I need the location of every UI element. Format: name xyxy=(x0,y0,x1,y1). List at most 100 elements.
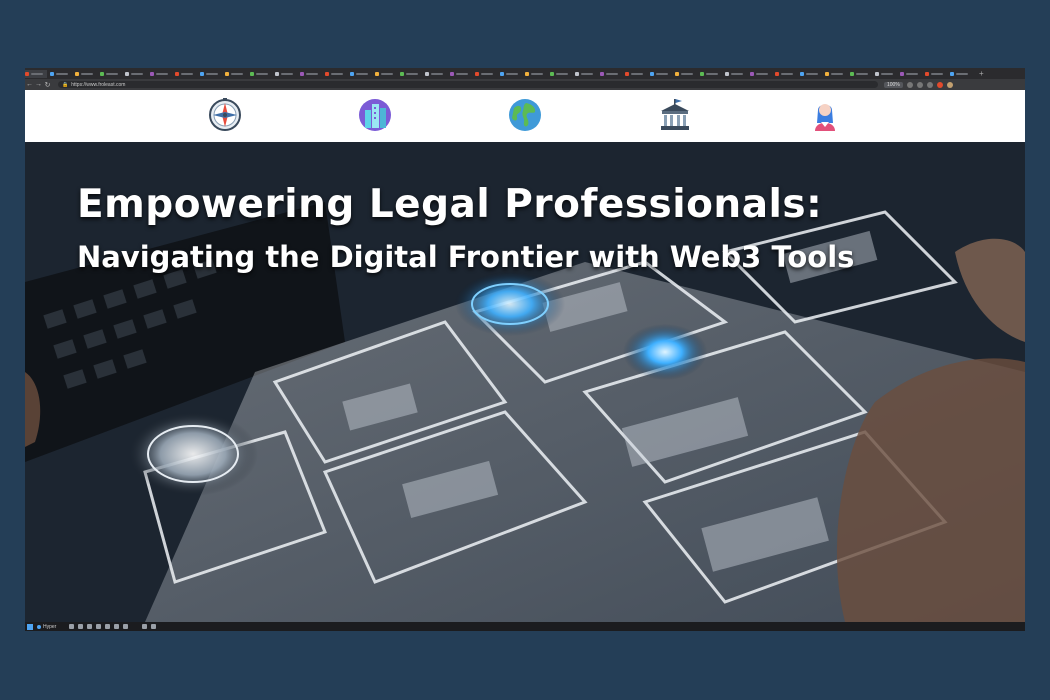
browser-tab[interactable] xyxy=(150,70,172,78)
taskbar-app-icon[interactable] xyxy=(151,624,156,629)
zoom-badge[interactable]: 100% xyxy=(884,81,903,88)
tab-favicon-icon xyxy=(475,71,479,76)
bank-icon[interactable] xyxy=(658,98,692,132)
city-icon[interactable] xyxy=(358,98,392,132)
browser-tab[interactable] xyxy=(750,70,772,78)
tab-title xyxy=(231,72,243,75)
tab-title xyxy=(206,72,218,75)
back-icon[interactable]: ← xyxy=(25,81,34,88)
extension-icon[interactable] xyxy=(936,81,943,88)
browser-tab[interactable] xyxy=(50,70,72,78)
browser-tab[interactable] xyxy=(900,70,922,78)
tab-favicon-icon xyxy=(725,71,729,76)
tab-title xyxy=(356,72,368,75)
tab-title xyxy=(531,72,543,75)
browser-tab[interactable] xyxy=(575,70,597,78)
reload-icon[interactable]: ↻ xyxy=(43,81,52,89)
browser-tab[interactable] xyxy=(525,70,547,78)
tab-favicon-icon xyxy=(550,71,554,76)
browser-tab[interactable] xyxy=(850,70,872,78)
extension-icon[interactable] xyxy=(926,81,933,88)
hero-title: Empowering Legal Professionals: xyxy=(77,182,823,227)
browser-tab[interactable] xyxy=(250,70,272,78)
browser-tab[interactable] xyxy=(300,70,322,78)
browser-tab[interactable] xyxy=(775,70,797,78)
new-tab-button[interactable]: + xyxy=(979,69,984,78)
browser-tab[interactable] xyxy=(550,70,572,78)
browser-tab[interactable] xyxy=(625,70,647,78)
taskbar-app-icon[interactable] xyxy=(69,624,74,629)
address-bar[interactable]: 🔒 https://www.froleast.com xyxy=(58,81,878,88)
browser-tab[interactable] xyxy=(75,70,97,78)
tab-favicon-icon xyxy=(900,71,904,76)
tab-favicon-icon xyxy=(225,71,229,76)
browser-tab[interactable] xyxy=(400,70,422,78)
tab-title xyxy=(581,72,593,75)
browser-tab[interactable] xyxy=(450,70,472,78)
tab-favicon-icon xyxy=(675,71,679,76)
taskbar-app-icon[interactable] xyxy=(142,624,147,629)
tab-favicon-icon xyxy=(500,71,504,76)
browser-tab[interactable] xyxy=(675,70,697,78)
tab-title xyxy=(931,72,943,75)
browser-tab[interactable] xyxy=(225,70,247,78)
browser-tab[interactable] xyxy=(175,70,197,78)
browser-tab[interactable] xyxy=(425,70,447,78)
browser-tab[interactable] xyxy=(650,70,672,78)
taskbar-app-icon[interactable] xyxy=(78,624,83,629)
taskbar-app-icon[interactable] xyxy=(96,624,101,629)
tab-favicon-icon xyxy=(425,71,429,76)
profile-avatar[interactable] xyxy=(946,81,953,88)
browser-tab[interactable] xyxy=(325,70,347,78)
tab-favicon-icon xyxy=(650,71,654,76)
tab-title xyxy=(81,72,93,75)
tab-favicon-icon xyxy=(100,71,104,76)
taskbar-app-icon[interactable] xyxy=(87,624,92,629)
browser-tab[interactable] xyxy=(25,69,47,78)
tab-favicon-icon xyxy=(625,71,629,76)
compass-icon[interactable] xyxy=(208,98,242,132)
windows-start-icon[interactable] xyxy=(27,623,33,630)
taskbar-search[interactable]: Hyper xyxy=(37,624,65,630)
browser-tab[interactable] xyxy=(475,70,497,78)
browser-tab[interactable] xyxy=(125,70,147,78)
browser-tab[interactable] xyxy=(925,70,947,78)
browser-tab[interactable] xyxy=(600,70,622,78)
tab-favicon-icon xyxy=(150,71,154,76)
tab-title xyxy=(631,72,643,75)
browser-tab[interactable] xyxy=(200,70,222,78)
taskbar-app-icon[interactable] xyxy=(123,624,128,629)
browser-tab[interactable] xyxy=(950,70,972,78)
browser-tab[interactable] xyxy=(700,70,722,78)
browser-tab[interactable] xyxy=(275,70,297,78)
tab-title xyxy=(506,72,518,75)
person-icon[interactable] xyxy=(808,98,842,132)
tab-favicon-icon xyxy=(50,71,54,76)
extension-icon[interactable] xyxy=(916,81,923,88)
os-taskbar: Hyper xyxy=(25,622,1025,631)
tab-title xyxy=(956,72,968,75)
tab-title xyxy=(856,72,868,75)
taskbar-app-icon[interactable] xyxy=(105,624,110,629)
taskbar-app-icon[interactable] xyxy=(114,624,119,629)
browser-tab-strip: + xyxy=(25,68,1025,79)
tab-favicon-icon xyxy=(275,71,279,76)
browser-tab[interactable] xyxy=(375,70,397,78)
browser-tab[interactable] xyxy=(350,70,372,78)
globe-icon[interactable] xyxy=(508,98,542,132)
browser-tab[interactable] xyxy=(100,70,122,78)
browser-tab[interactable] xyxy=(875,70,897,78)
tab-favicon-icon xyxy=(925,71,929,76)
forward-icon[interactable]: → xyxy=(34,81,43,88)
tab-favicon-icon xyxy=(700,71,704,76)
tab-favicon-icon xyxy=(375,71,379,76)
taskbar-search-label: Hyper xyxy=(43,623,57,630)
browser-tab[interactable] xyxy=(500,70,522,78)
tab-title xyxy=(806,72,818,75)
browser-tab[interactable] xyxy=(725,70,747,78)
browser-tab[interactable] xyxy=(800,70,822,78)
extension-icon[interactable] xyxy=(906,81,913,88)
tab-title xyxy=(456,72,468,75)
browser-tab[interactable] xyxy=(825,70,847,78)
lock-icon: 🔒 xyxy=(62,81,69,88)
